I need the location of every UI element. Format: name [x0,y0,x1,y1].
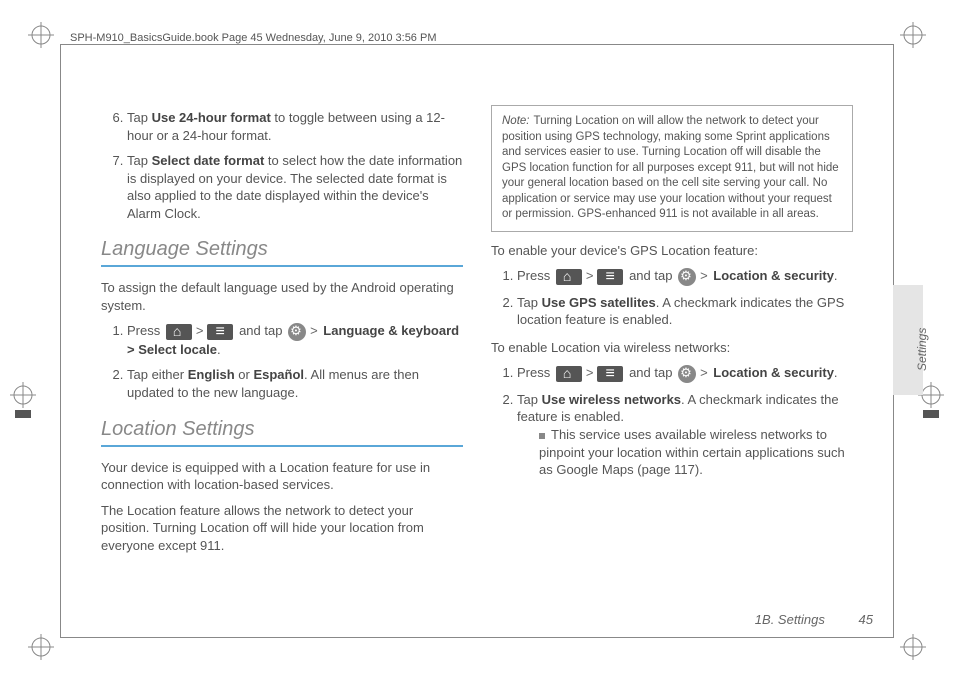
page-footer: 1B. Settings 45 [755,612,873,627]
note-label: Note: [502,115,530,127]
section-heading-location: Location Settings [101,416,463,443]
body-text: The Location feature allows the network … [101,502,463,555]
bullet-icon [539,433,545,439]
body-text: To enable Location via wireless networks… [491,339,853,357]
step-item: Press > and tap > Location & security. [517,364,853,383]
chevron-right-icon: > [586,364,594,382]
step-item: Tap Use wireless networks. A checkmark i… [517,391,853,479]
right-column: Note:Turning Location on will allow the … [491,105,853,597]
note-box: Note:Turning Location on will allow the … [491,105,853,232]
section-rule [101,265,463,267]
thumb-tab: Settings [893,285,923,395]
page-header: SPH-M910_BasicsGuide.book Page 45 Wednes… [70,32,437,44]
body-text: Your device is equipped with a Location … [101,459,463,494]
crop-mark-icon [900,634,926,660]
page-frame: Settings Tap Use 24-hour format to toggl… [60,44,894,638]
menu-icon [597,269,623,285]
home-icon [556,269,582,285]
step-item: Tap Use 24-hour format to toggle between… [127,109,463,144]
footer-page: 45 [859,612,873,627]
note-text: Turning Location on will allow the netwo… [502,115,839,220]
chevron-right-icon: > [196,322,204,340]
step-item: Tap Select date format to select how the… [127,152,463,222]
crop-mark-icon [28,22,54,48]
side-mark-icon [10,382,36,422]
chevron-right-icon: > [700,364,708,382]
chevron-right-icon: > [586,267,594,285]
chevron-right-icon: > [700,267,708,285]
crop-mark-icon [900,22,926,48]
sub-bullet: This service uses available wireless net… [517,426,853,479]
gear-icon [678,268,696,286]
gear-icon [678,365,696,383]
body-text: To assign the default language used by t… [101,279,463,314]
thumb-tab-label: Settings [915,328,929,371]
step-item: Press > and tap > Location & security. [517,267,853,286]
footer-section: 1B. Settings [755,612,825,627]
left-column: Tap Use 24-hour format to toggle between… [101,105,463,597]
crop-mark-icon [28,634,54,660]
section-rule [101,445,463,447]
gear-icon [288,323,306,341]
chevron-right-icon: > [310,322,318,340]
step-item: Press > and tap > Language & keyboard > … [127,322,463,358]
home-icon [556,366,582,382]
home-icon [166,324,192,340]
body-text: To enable your device's GPS Location fea… [491,242,853,260]
step-item: Tap Use GPS satellites. A checkmark indi… [517,294,853,329]
section-heading-language: Language Settings [101,236,463,263]
step-item: Tap either English or Español. All menus… [127,366,463,401]
menu-icon [597,366,623,382]
menu-icon [207,324,233,340]
